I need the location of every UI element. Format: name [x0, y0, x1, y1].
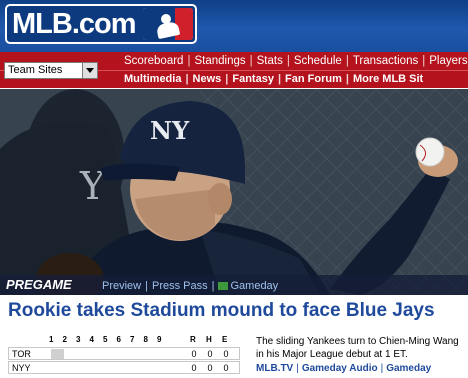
gameday-audio-link[interactable]: Gameday Audio	[302, 363, 378, 374]
batter-logo-icon	[143, 8, 193, 40]
nav-divider: |	[277, 73, 282, 85]
divider: |	[380, 363, 384, 374]
totals-header: E	[222, 335, 228, 344]
inning-header: 8	[143, 335, 148, 344]
total-cell: 0	[223, 363, 229, 373]
divider: |	[145, 280, 148, 292]
nav-item-multimedia[interactable]: Multimedia	[120, 71, 185, 88]
press-pass-link[interactable]: Press Pass	[152, 280, 208, 292]
totals-header: H	[206, 335, 212, 344]
nav-item-news[interactable]: News	[189, 71, 226, 88]
team-sites-select[interactable]: Team Sites	[4, 62, 98, 79]
team-sites-select-value: Team Sites	[8, 64, 63, 76]
nav-item-transactions[interactable]: Transactions	[349, 52, 422, 70]
inning-header: 2	[62, 335, 67, 344]
gameday-story-link[interactable]: Gameday	[386, 363, 431, 374]
inning-header: 7	[130, 335, 135, 344]
logo-text: MLB.com	[12, 8, 136, 40]
nav-divider: |	[286, 55, 290, 67]
line-score-header: 123456789 R H E	[8, 334, 240, 346]
divider: |	[296, 363, 299, 374]
preview-link[interactable]: Preview	[102, 280, 141, 292]
inning-header: 1	[49, 335, 54, 344]
inning-header: 4	[89, 335, 94, 344]
team-abbr: NYY	[12, 363, 31, 373]
total-cell: 0	[223, 349, 229, 359]
inning-header: 3	[76, 335, 81, 344]
totals-header: R	[190, 335, 196, 344]
total-cell: 0	[191, 363, 197, 373]
nav-item-more-mlb-sit[interactable]: More MLB Sit	[349, 71, 427, 88]
svg-text:NY: NY	[150, 116, 190, 145]
line-score[interactable]: 123456789RHE TOR 000 NYY 000	[8, 334, 240, 374]
nav-item-players[interactable]: Players	[425, 52, 468, 70]
nav-divider: |	[249, 55, 253, 67]
nav-item-fan-forum[interactable]: Fan Forum	[281, 71, 346, 88]
nav-item-standings[interactable]: Standings	[190, 52, 249, 70]
line-score-row-away: TOR 000	[8, 347, 240, 360]
nav-item-fantasy[interactable]: Fantasy	[228, 71, 278, 88]
nav-divider: |	[225, 73, 229, 85]
nav-item-scoreboard[interactable]: Scoreboard	[120, 52, 187, 70]
chevron-down-icon[interactable]	[82, 63, 97, 78]
inning-header: 5	[103, 335, 108, 344]
story-links: MLB.TV | Gameday Audio | Gameday	[256, 362, 431, 376]
team-abbr: TOR	[12, 349, 31, 359]
nav-divider: |	[422, 55, 426, 67]
inning-header: 6	[116, 335, 121, 344]
pregame-badge: PREGAME	[6, 277, 72, 292]
story-headline[interactable]: Rookie takes Stadium mound to face Blue …	[8, 299, 435, 323]
site-header: MLB.com	[0, 0, 468, 52]
gameday-link[interactable]: Gameday	[230, 280, 278, 292]
story-blurb: The sliding Yankees turn to Chien-Ming W…	[256, 336, 459, 360]
pitcher-photo: Y NY	[0, 89, 468, 295]
total-cell: 0	[207, 363, 213, 373]
nav-item-stats[interactable]: Stats	[253, 52, 287, 70]
gameday-icon	[218, 282, 229, 291]
mlbtv-link[interactable]: MLB.TV	[256, 363, 293, 374]
inning-header: 9	[157, 335, 162, 344]
nav-item-schedule[interactable]: Schedule	[290, 52, 346, 70]
hero-photo[interactable]: Y NY	[0, 89, 468, 295]
nav-divider: |	[185, 73, 189, 85]
mlb-logo[interactable]: MLB.com	[5, 4, 197, 44]
nav-divider: |	[345, 73, 349, 85]
line-score-row-home: NYY 000	[8, 361, 240, 374]
divider: |	[211, 280, 215, 292]
nav-divider: |	[187, 55, 191, 67]
hero-links: Preview | Press Pass | Gameday	[102, 279, 278, 293]
total-cell: 0	[191, 349, 197, 359]
nav-divider: |	[345, 55, 349, 67]
total-cell: 0	[207, 349, 213, 359]
current-inning-marker	[51, 349, 64, 359]
